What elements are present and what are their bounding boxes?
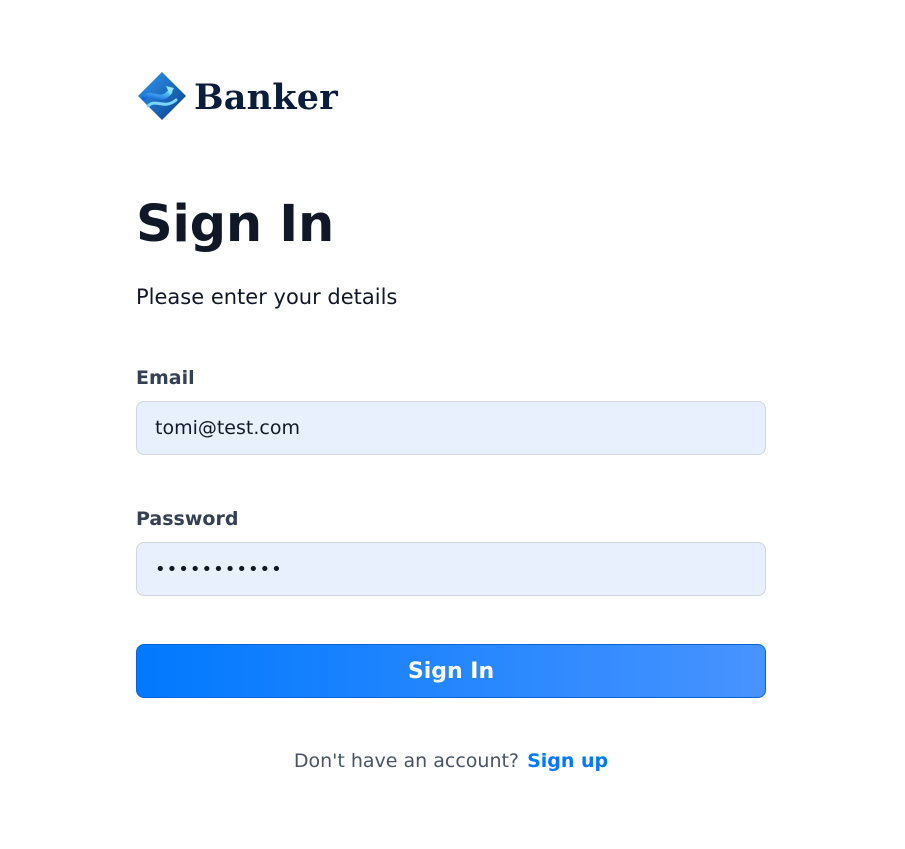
- email-field[interactable]: [136, 401, 766, 455]
- signup-prompt-text: Don't have an account?: [293, 750, 520, 772]
- page-title: Sign In: [136, 195, 334, 254]
- email-label: Email: [136, 367, 195, 389]
- sign-in-button[interactable]: Sign In: [136, 644, 766, 698]
- banker-logo-icon: [138, 72, 186, 120]
- signup-prompt: Don't have an account? Sign up: [136, 749, 766, 774]
- sign-up-link[interactable]: Sign up: [527, 750, 608, 772]
- brand-logo[interactable]: Banker: [136, 70, 338, 122]
- page-subtitle: Please enter your details: [136, 285, 398, 309]
- password-label: Password: [136, 508, 239, 530]
- password-field[interactable]: [136, 542, 766, 596]
- brand-name: Banker: [194, 76, 338, 118]
